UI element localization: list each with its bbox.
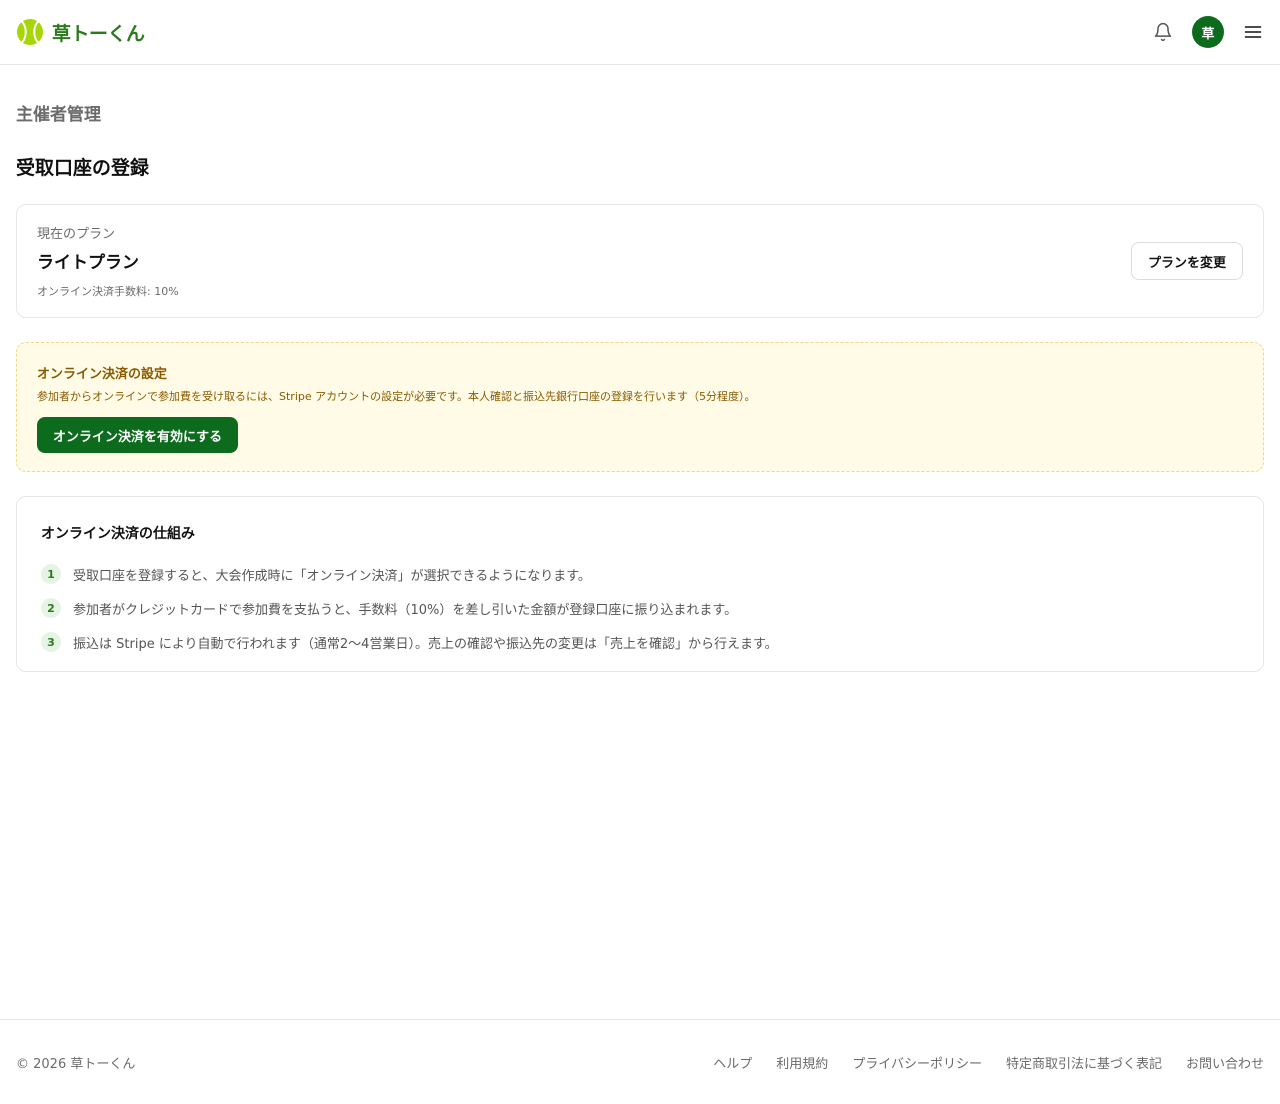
step-item: 1 受取口座を登録すると、大会作成時に「オンライン決済」が選択できるようになりま… — [41, 557, 1239, 591]
step-text: 参加者がクレジットカードで参加費を支払うと、手数料（10%）を差し引いた金額が登… — [73, 602, 738, 618]
steps-list: 1 受取口座を登録すると、大会作成時に「オンライン決済」が選択できるようになりま… — [41, 557, 1239, 659]
header-actions: 草 — [1152, 16, 1264, 48]
main-content: 主催者管理 受取口座の登録 現在のプラン ライトプラン オンライン決済手数料: … — [0, 100, 1280, 672]
page-title: 受取口座の登録 — [16, 157, 150, 179]
step-number: 3 — [41, 632, 61, 652]
step-text: 受取口座を登録すると、大会作成時に「オンライン決済」が選択できるようになります。 — [73, 568, 591, 584]
plan-fee: オンライン決済手数料: 10% — [37, 285, 179, 298]
logo-text: 草トーくん — [52, 22, 145, 45]
footer-link-privacy[interactable]: プライバシーポリシー — [852, 1053, 982, 1072]
enable-online-payment-button[interactable]: オンライン決済を有効にする — [37, 417, 239, 453]
section-label: 主催者管理 — [16, 105, 101, 125]
footer-link-terms[interactable]: 利用規約 — [776, 1053, 828, 1072]
notice-description: 参加者からオンラインで参加費を受け取るには、Stripe アカウントの設定が必要… — [37, 390, 756, 403]
copyright: © 2026 草トーくん — [16, 1056, 136, 1072]
tennis-ball-icon — [17, 19, 43, 45]
current-plan-card: 現在のプラン ライトプラン オンライン決済手数料: 10% プランを変更 — [16, 204, 1264, 318]
notice-title: オンライン決済の設定 — [37, 367, 168, 382]
avatar[interactable]: 草 — [1192, 16, 1224, 48]
online-payment-setup-notice: オンライン決済の設定 参加者からオンラインで参加費を受け取るには、Stripe … — [16, 342, 1264, 472]
step-item: 2 参加者がクレジットカードで参加費を支払うと、手数料（10%）を差し引いた金額… — [41, 591, 1239, 625]
bell-icon — [1154, 22, 1172, 42]
notifications-button[interactable] — [1152, 21, 1174, 43]
step-text: 振込は Stripe により自動で行われます（通常2〜4営業日）。売上の確認や振… — [73, 636, 778, 652]
footer-link-commercial-law[interactable]: 特定商取引法に基づく表記 — [1006, 1053, 1162, 1072]
step-number: 1 — [41, 564, 61, 584]
menu-button[interactable] — [1242, 21, 1264, 43]
step-number: 2 — [41, 598, 61, 618]
plan-info: 現在のプラン ライトプラン オンライン決済手数料: 10% — [37, 223, 179, 299]
footer-link-help[interactable]: ヘルプ — [713, 1053, 752, 1072]
logo[interactable]: 草トーくん — [16, 18, 145, 46]
footer-links: ヘルプ 利用規約 プライバシーポリシー 特定商取引法に基づく表記 お問い合わせ — [713, 1053, 1264, 1072]
top-header: 草トーくん 草 — [0, 0, 1280, 65]
hamburger-menu-icon — [1244, 26, 1262, 38]
step-item: 3 振込は Stripe により自動で行われます（通常2〜4営業日）。売上の確認… — [41, 625, 1239, 659]
plan-name: ライトプラン — [37, 253, 139, 273]
change-plan-button[interactable]: プランを変更 — [1130, 242, 1243, 280]
footer: © 2026 草トーくん ヘルプ 利用規約 プライバシーポリシー 特定商取引法に… — [0, 1019, 1280, 1104]
how-it-works-title: オンライン決済の仕組み — [41, 526, 195, 542]
plan-caption: 現在のプラン — [37, 227, 116, 242]
footer-link-contact[interactable]: お問い合わせ — [1186, 1053, 1264, 1072]
how-it-works-card: オンライン決済の仕組み 1 受取口座を登録すると、大会作成時に「オンライン決済」… — [16, 496, 1264, 672]
